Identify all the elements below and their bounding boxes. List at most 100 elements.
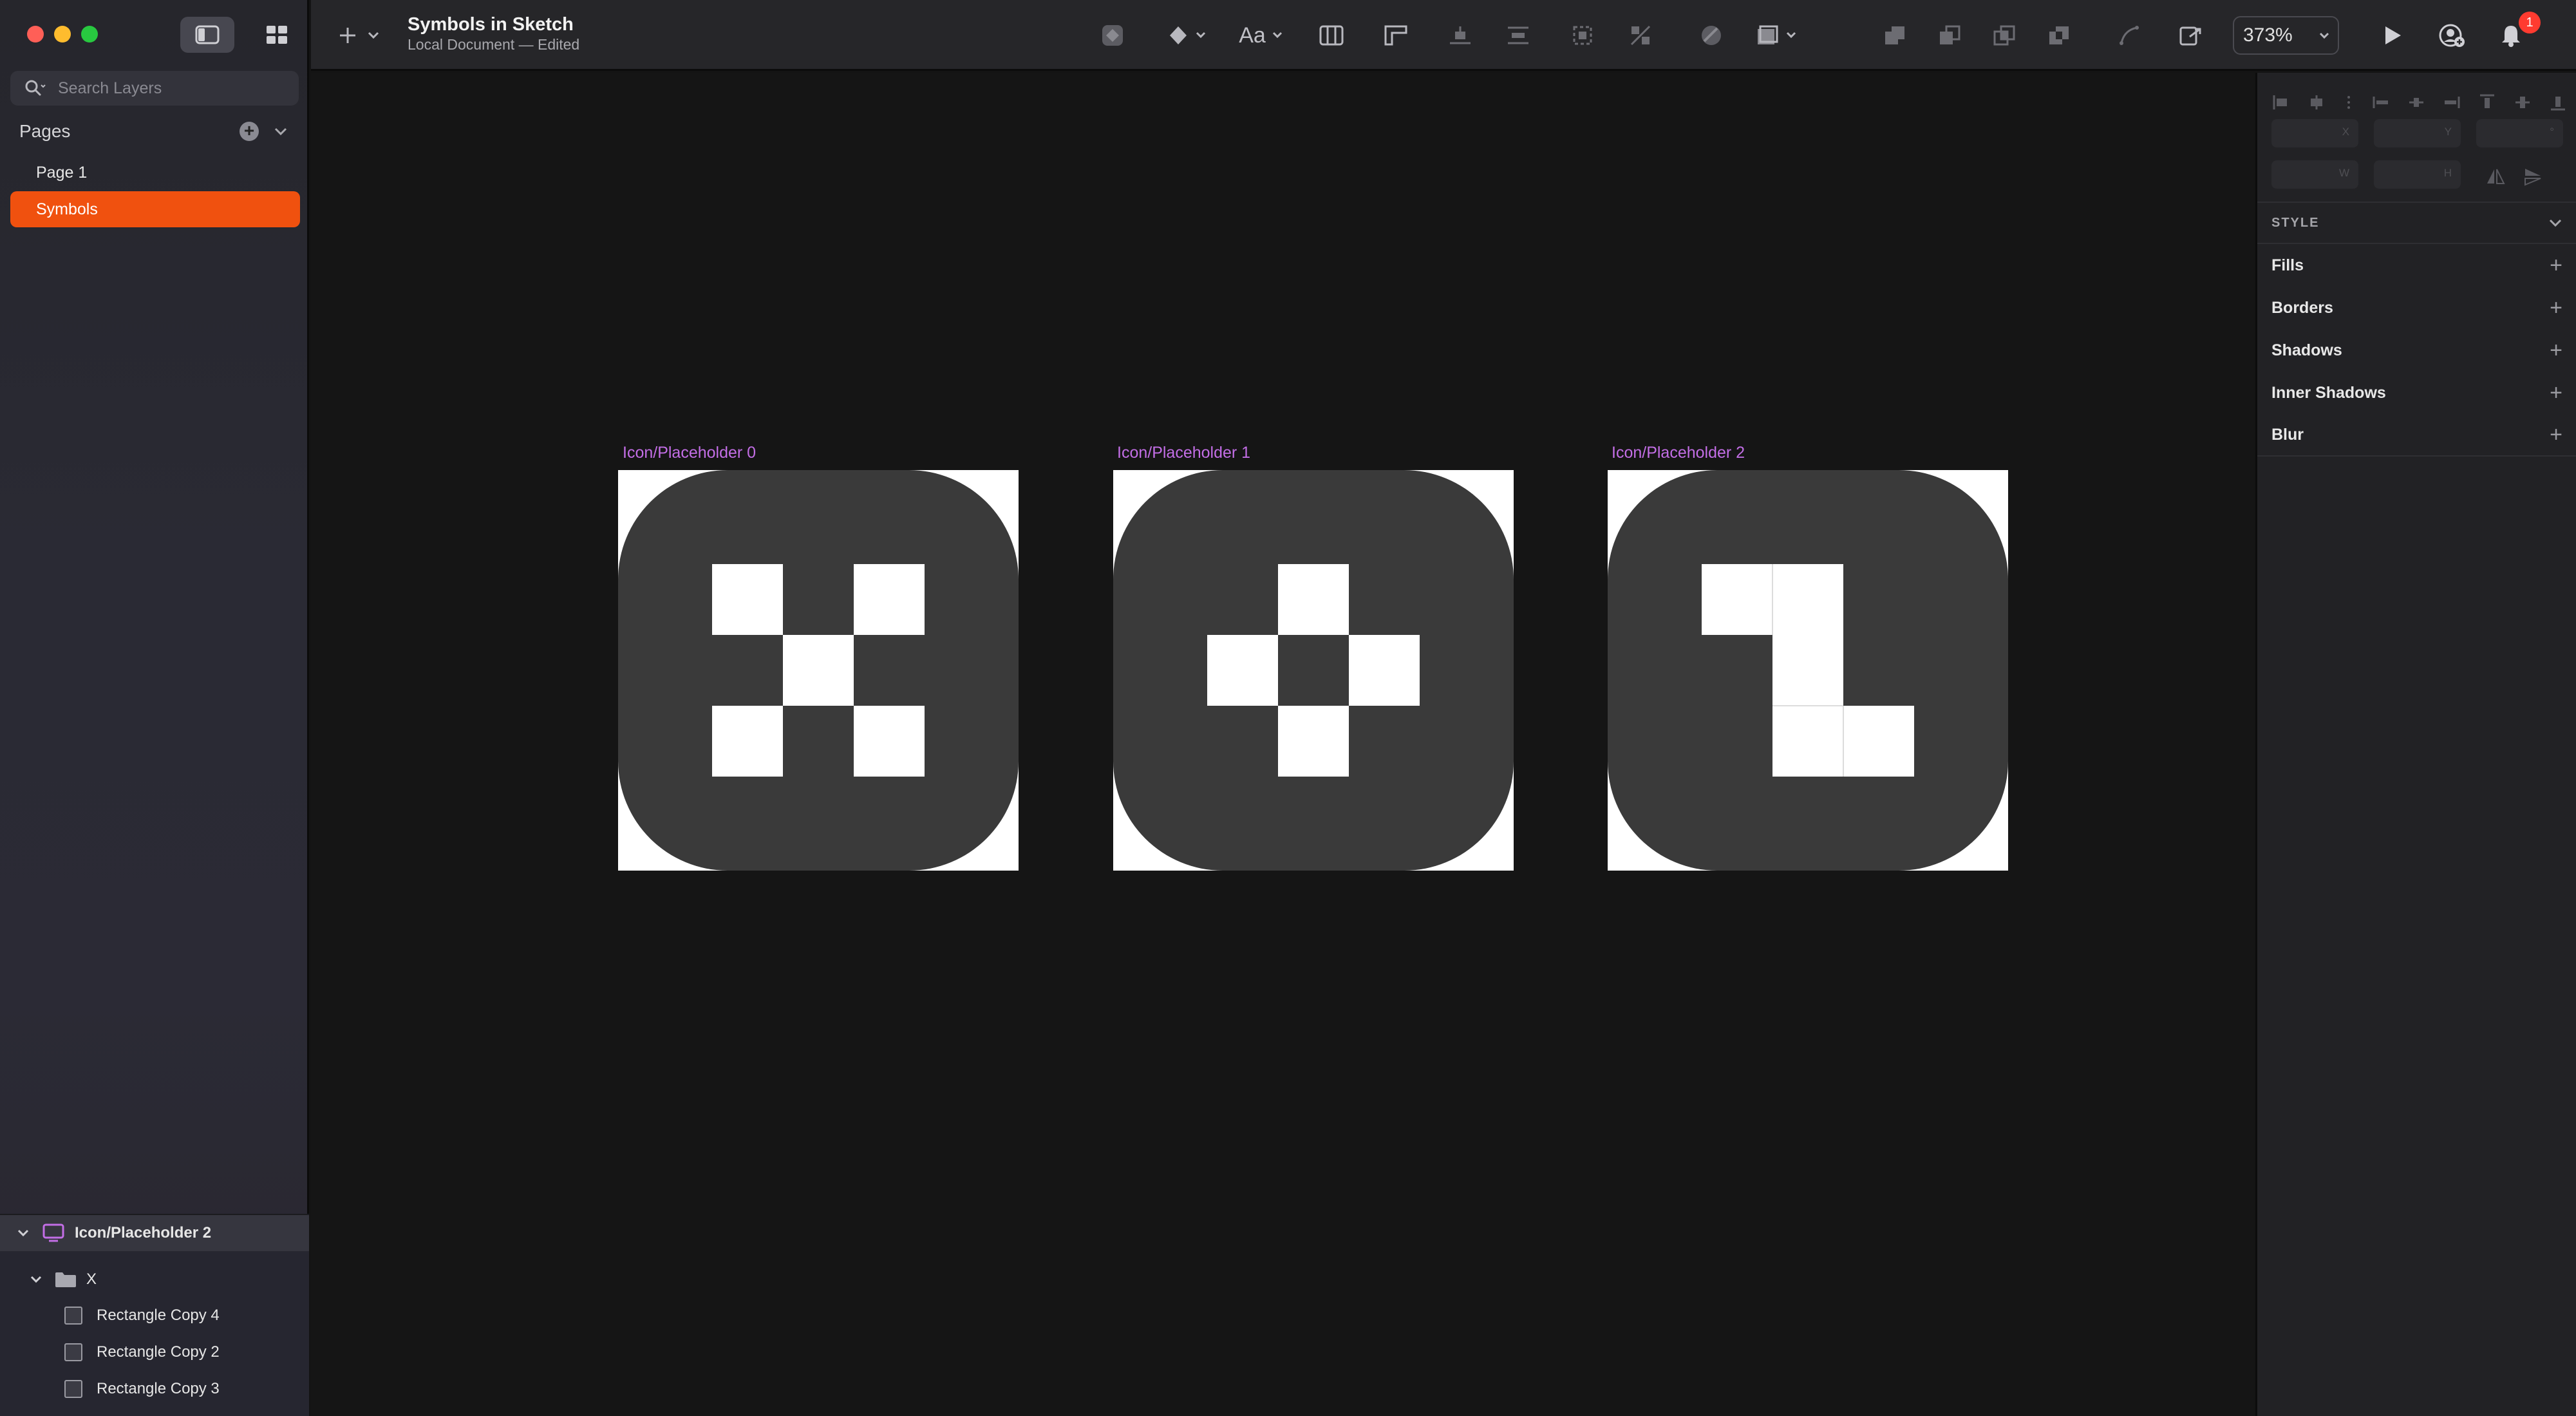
borders-row[interactable]: Borders + <box>2257 287 2576 329</box>
search-icon <box>25 80 46 96</box>
layer-row-rectangle[interactable]: Rectangle Copy 4 <box>0 1298 309 1334</box>
create-symbol-button[interactable] <box>1096 18 1129 53</box>
align-vertical-center-icon[interactable] <box>2513 93 2532 112</box>
add-fill-button[interactable]: + <box>2550 253 2562 278</box>
pages-collapse-chevron-icon[interactable] <box>272 122 290 140</box>
height-field[interactable]: H <box>2374 160 2461 189</box>
expand-chevron-icon[interactable] <box>14 1224 32 1242</box>
edit-path-button[interactable] <box>2114 18 2146 53</box>
mask-button[interactable] <box>1695 18 1727 53</box>
rotation-label: ° <box>2550 126 2554 138</box>
layers-sidebar: Pages + Page 1 Symbols Icon/Placeholder … <box>0 0 309 1416</box>
artboard-label[interactable]: Icon/Placeholder 0 <box>623 444 756 462</box>
layer-name: Rectangle Copy 2 <box>97 1343 220 1361</box>
share-button[interactable] <box>2436 18 2468 53</box>
add-blur-button[interactable]: + <box>2550 422 2562 448</box>
artboard-icon-placeholder-1[interactable] <box>1113 470 1514 871</box>
align-left-icon[interactable] <box>2271 93 2291 112</box>
width-field[interactable]: W <box>2271 160 2358 189</box>
page-item-symbols[interactable]: Symbols <box>10 191 300 227</box>
components-view-button[interactable] <box>250 17 304 53</box>
property-label: Fills <box>2271 256 2304 274</box>
difference-button[interactable] <box>2043 18 2075 53</box>
artboard-icon-placeholder-0[interactable] <box>618 470 1019 871</box>
document-status: Local Document — Edited <box>408 36 580 53</box>
fills-row[interactable]: Fills + <box>2257 244 2576 287</box>
layer-row-rectangle[interactable]: Rectangle Copy 2 <box>0 1334 309 1370</box>
rotation-field[interactable]: ° <box>2476 119 2563 147</box>
artboard-label[interactable]: Icon/Placeholder 2 <box>1612 444 1745 462</box>
vector-tool-button[interactable] <box>1161 18 1212 53</box>
subtract-icon <box>1940 25 1960 44</box>
search-input[interactable] <box>58 79 290 98</box>
page-item-page-1[interactable]: Page 1 <box>10 155 300 191</box>
layer-name: Icon/Placeholder 2 <box>75 1224 212 1241</box>
preview-button[interactable] <box>2376 18 2409 53</box>
layers-view-button[interactable] <box>180 17 234 53</box>
zoom-value: 373% <box>2243 24 2293 46</box>
style-section-header[interactable]: STYLE <box>2257 202 2576 244</box>
subtract-button[interactable] <box>1933 18 1966 53</box>
flip-vertical-icon[interactable] <box>2523 167 2543 186</box>
y-field[interactable]: Y <box>2374 119 2461 147</box>
flip-horizontal-icon[interactable] <box>2485 167 2506 186</box>
chevron-down-icon <box>1272 32 1282 39</box>
folder-icon <box>55 1272 76 1287</box>
distribute-horizontal-icon[interactable] <box>2342 93 2355 112</box>
ruler-button[interactable] <box>1380 18 1412 53</box>
tidy-icon <box>1508 26 1528 44</box>
align-bottom-icon[interactable] <box>2548 93 2568 112</box>
align-center-horizontal-icon[interactable] <box>2307 93 2326 112</box>
layer-row-symbol[interactable]: Icon/Placeholder 2 <box>0 1215 309 1251</box>
expand-chevron-icon[interactable] <box>27 1270 45 1289</box>
size-fields: W H <box>2271 160 2568 193</box>
window-controls <box>27 26 98 42</box>
rectangle-icon <box>64 1343 82 1361</box>
layers-panel-icon <box>195 25 220 44</box>
align-top-icon[interactable] <box>2477 93 2497 112</box>
union-button[interactable] <box>1879 18 1911 53</box>
columns-icon <box>1319 25 1344 46</box>
layer-row-rectangle[interactable]: Rectangle Copy 3 <box>0 1371 309 1407</box>
blur-row[interactable]: Blur + <box>2257 414 2576 457</box>
export-button[interactable] <box>2175 18 2207 53</box>
property-label: Shadows <box>2271 341 2342 359</box>
layer-row-group[interactable]: X <box>0 1261 309 1298</box>
group-button[interactable] <box>1566 18 1599 53</box>
scale-icon <box>1758 25 1778 44</box>
layer-name: Rectangle Copy 3 <box>97 1380 220 1397</box>
artboard-label[interactable]: Icon/Placeholder 1 <box>1117 444 1250 462</box>
add-border-button[interactable]: + <box>2550 296 2562 321</box>
x-field[interactable]: X <box>2271 119 2358 147</box>
align-middle-icon[interactable] <box>2407 93 2426 112</box>
height-label: H <box>2443 167 2452 179</box>
close-window-button[interactable] <box>27 26 44 42</box>
layout-grid-button[interactable] <box>1315 18 1348 53</box>
plus-icon <box>340 28 355 43</box>
zoom-window-button[interactable] <box>81 26 98 42</box>
main-toolbar: Symbols in Sketch Local Document — Edite… <box>311 0 2576 71</box>
artboard-icon-placeholder-2[interactable] <box>1608 470 2008 871</box>
canvas[interactable]: Icon/Placeholder 0 Icon/Placeholder 1 Ic… <box>311 73 2255 1416</box>
align-right-icon[interactable] <box>2371 93 2391 112</box>
shadows-row[interactable]: Shadows + <box>2257 329 2576 372</box>
chevron-down-icon <box>1786 32 1796 39</box>
inner-shadows-row[interactable]: Inner Shadows + <box>2257 372 2576 414</box>
play-icon <box>2385 26 2401 44</box>
add-inner-shadow-button[interactable]: + <box>2550 381 2562 406</box>
add-shadow-button[interactable]: + <box>2550 338 2562 363</box>
distribute-button[interactable] <box>1444 18 1476 53</box>
align-end-icon[interactable] <box>2442 93 2461 112</box>
add-page-button[interactable]: + <box>240 122 259 141</box>
ungroup-button[interactable] <box>1624 18 1657 53</box>
tidy-button[interactable] <box>1502 18 1534 53</box>
text-icon: Aa <box>1239 23 1266 48</box>
minimize-window-button[interactable] <box>54 26 71 42</box>
text-tool-button[interactable]: Aa <box>1232 18 1290 53</box>
sidebar-view-toggle <box>180 17 304 53</box>
layer-list: Icon/Placeholder 2 X Rectangle Copy 4 Re… <box>0 1214 309 1416</box>
zoom-control[interactable]: 373% <box>2233 16 2339 55</box>
intersect-button[interactable] <box>1988 18 2020 53</box>
insert-button[interactable] <box>337 18 395 53</box>
scale-button[interactable] <box>1747 18 1805 53</box>
